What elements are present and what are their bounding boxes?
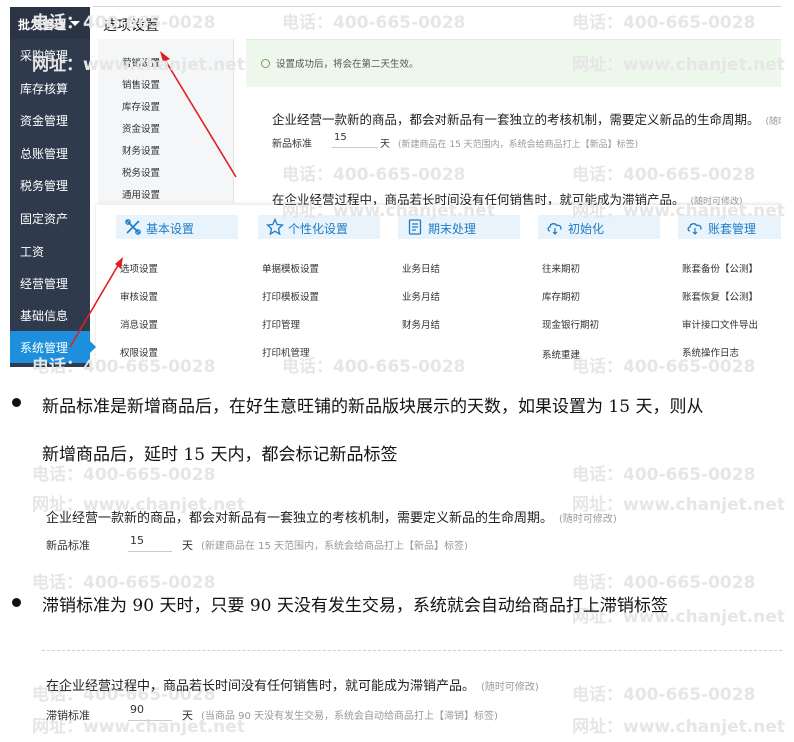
mega-col-basic: 基本设置 选项设置 审核设置 消息设置 权限设置 (96, 205, 238, 367)
new-standard-unit: 天 (新建商品在 15 天范围内，系统会给商品打上【新品】标签) (380, 139, 639, 150)
sidebar-item-basic-info[interactable]: 基础信息 (10, 299, 90, 331)
new-product-description: 企业经营一款新的商品，都会对新品有一套独立的考核机制，需要定义新品的生命周期。(… (272, 112, 781, 127)
document-icon (408, 219, 422, 235)
mega-head-personal[interactable]: 个性化设置 (258, 215, 380, 239)
bullet-slow-standard: 滞销标准为 90 天时，只要 90 天没有发生交易，系统就会自动给商品打上滞销标… (42, 596, 668, 616)
watermark-phone: 电话：400-665-0028 (572, 685, 756, 705)
mega-item-ar-opening[interactable]: 往来期初 (542, 261, 580, 275)
settings-subnav: 营销设置 销售设置 库存设置 资金设置 财务设置 税务设置 通用设置 (98, 39, 234, 203)
sidebar-item-operations[interactable]: 经营管理 (10, 267, 90, 299)
mega-item-op-log[interactable]: 系统操作日志 (682, 345, 739, 359)
star-icon (266, 218, 284, 236)
watermark-phone: 电话：400-665-0028 (572, 573, 756, 593)
new-standard-input[interactable]: 15 (332, 132, 378, 148)
mega-item-bill-template[interactable]: 单据模板设置 (262, 261, 319, 275)
sidebar-item-inventory[interactable]: 库存核算 (10, 72, 90, 104)
mega-item-audit-export[interactable]: 审计接口文件导出 (682, 317, 758, 331)
watermark-web: 网址：www.chanjet.net (572, 717, 785, 737)
sidebar-item-salary[interactable]: 工资 (10, 235, 90, 267)
page-title: 选项设置 (103, 18, 159, 34)
mega-col-account-set: 账套管理 账套备份【公测】 账套恢复【公测】 审计接口文件导出 系统操作日志 (658, 205, 781, 367)
cloud-icon (687, 223, 702, 235)
mega-item-audit[interactable]: 审核设置 (120, 289, 158, 303)
mega-item-messages[interactable]: 消息设置 (120, 317, 158, 331)
demo-new-label: 新品标准 (46, 539, 90, 552)
cloud-icon (547, 223, 562, 235)
mega-item-finance-close[interactable]: 财务月结 (402, 317, 440, 331)
watermark-phone: 电话：400-665-0028 (32, 573, 216, 593)
sidebar-header-label: 批发管理 (18, 18, 67, 32)
demo-slow-input[interactable]: 90 (128, 701, 172, 721)
subnav-item-finance[interactable]: 财务设置 (122, 143, 160, 157)
demo-slow-description: 在企业经营过程中，商品若长时间没有任何销售时，就可能成为滞销产品。 (随时可修改) (46, 679, 539, 694)
system-mega-menu: 基本设置 选项设置 审核设置 消息设置 权限设置 个性化设置 单据模板设置 打印… (96, 205, 781, 367)
demo-new-unit: 天 (新建商品在 15 天范围内，系统会给商品打上【新品】标签) (182, 539, 468, 552)
demo-slow-unit: 天 (当商品 90 天没有发生交易，系统会自动给商品打上【滞销】标签) (182, 709, 498, 722)
sidebar-header[interactable]: 批发管理 (10, 7, 90, 39)
mega-item-print-manage[interactable]: 打印管理 (262, 317, 300, 331)
mega-col-personal: 个性化设置 单据模板设置 打印模板设置 打印管理 打印机管理 (238, 205, 380, 367)
mega-item-print-template[interactable]: 打印模板设置 (262, 289, 319, 303)
new-standard-label: 新品标准 (272, 139, 312, 150)
sidebar-item-purchase[interactable]: 采购管理 (10, 39, 90, 71)
tip-text: 设置成功后，将会在第二天生效。 (276, 59, 419, 70)
mega-item-rebuild[interactable]: 系统重建 (542, 347, 580, 361)
subnav-item-general[interactable]: 通用设置 (122, 187, 160, 201)
mega-col-init: 初始化 往来期初 库存期初 现金银行期初 系统重建 (518, 205, 660, 367)
bullet-dot (12, 398, 21, 407)
sidebar-item-ledger[interactable]: 总账管理 (10, 137, 90, 169)
mega-item-backup[interactable]: 账套备份【公测】 (682, 261, 758, 275)
subnav-item-sales[interactable]: 销售设置 (122, 77, 160, 91)
success-tip: 设置成功后，将会在第二天生效。 (246, 39, 781, 87)
mega-head-period-end[interactable]: 期末处理 (398, 215, 520, 239)
subnav-item-inventory[interactable]: 库存设置 (122, 99, 160, 113)
wrench-cross-icon (125, 219, 141, 235)
sidebar-item-tax[interactable]: 税务管理 (10, 169, 90, 201)
mega-head-init[interactable]: 初始化 (538, 215, 660, 239)
mega-item-monthly-close[interactable]: 业务月结 (402, 289, 440, 303)
dashed-divider (42, 650, 782, 651)
subnav-item-marketing[interactable]: 营销设置 (122, 55, 160, 69)
watermark-phone: 电话：400-665-0028 (572, 465, 756, 485)
subnav-item-tax[interactable]: 税务设置 (122, 165, 160, 179)
mega-item-cash-opening[interactable]: 现金银行期初 (542, 317, 599, 331)
demo-new-input[interactable]: 15 (128, 532, 172, 552)
mega-item-stock-opening[interactable]: 库存期初 (542, 289, 580, 303)
mega-item-restore[interactable]: 账套恢复【公测】 (682, 289, 758, 303)
lightbulb-icon (261, 59, 270, 68)
sidebar: 批发管理 采购管理 库存核算 资金管理 总账管理 税务管理 固定资产 工资 经营… (10, 7, 96, 367)
mega-item-permissions[interactable]: 权限设置 (120, 345, 158, 359)
mega-head-basic[interactable]: 基本设置 (116, 215, 238, 239)
mega-col-period-end: 期末处理 业务日结 业务月结 财务月结 (378, 205, 520, 367)
screenshot-panel: 批发管理 采购管理 库存核算 资金管理 总账管理 税务管理 固定资产 工资 经营… (10, 7, 781, 367)
bullet-new-standard-line1: 新品标准是新增商品后，在好生意旺铺的新品版块展示的天数，如果设置为 15 天，则… (42, 397, 704, 417)
caret-down-icon (70, 21, 80, 26)
bullet-dot (12, 598, 21, 607)
mega-item-daily-close[interactable]: 业务日结 (402, 261, 440, 275)
sidebar-item-assets[interactable]: 固定资产 (10, 202, 90, 234)
bullet-new-standard-line2: 新增商品后，延时 15 天内，都会标记新品标签 (42, 445, 398, 465)
subnav-item-funds[interactable]: 资金设置 (122, 121, 160, 135)
demo-slow-label: 滞销标准 (46, 709, 90, 722)
mega-head-account-set[interactable]: 账套管理 (678, 215, 781, 239)
mega-item-printer-manage[interactable]: 打印机管理 (262, 345, 310, 359)
demo-new-description: 企业经营一款新的商品，都会对新品有一套独立的考核机制，需要定义新品的生命周期。(… (46, 511, 617, 526)
sidebar-item-funds[interactable]: 资金管理 (10, 104, 90, 136)
sidebar-item-system[interactable]: 系统管理 (10, 331, 96, 363)
mega-item-options[interactable]: 选项设置 (120, 261, 158, 275)
